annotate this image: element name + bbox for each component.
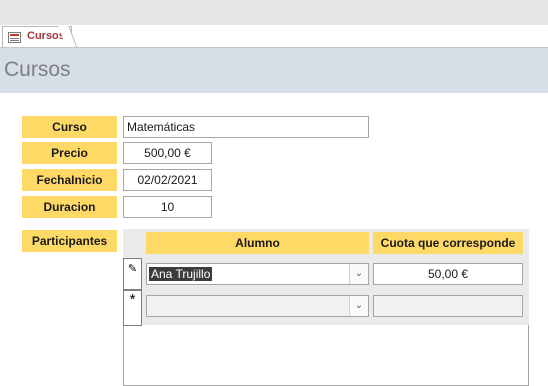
- tab-cursos[interactable]: Cursos: [2, 26, 72, 47]
- document-tab-strip: [0, 25, 548, 48]
- cuota-field-new[interactable]: [373, 295, 523, 317]
- pencil-icon: ✎: [127, 263, 138, 275]
- page-title: Cursos: [4, 58, 71, 81]
- duracion-label: Duracion: [22, 196, 117, 218]
- fecha-inicio-field[interactable]: 02/02/2021: [123, 169, 212, 191]
- chevron-down-icon[interactable]: ⌄: [349, 264, 368, 284]
- new-record-icon: *: [129, 291, 136, 308]
- alumno-value: Ana Trujillo: [149, 267, 213, 281]
- ribbon-area: [0, 0, 548, 25]
- record-selector[interactable]: ✎: [123, 258, 142, 290]
- form-header: Cursos: [0, 48, 548, 93]
- chevron-down-icon[interactable]: ⌄: [349, 296, 368, 316]
- tab-label: Cursos: [27, 30, 65, 42]
- fecha-inicio-label: FechaInicio: [22, 169, 117, 191]
- alumno-combo-new[interactable]: ⌄: [146, 295, 369, 317]
- column-header-cuota: Cuota que corresponde: [373, 232, 523, 254]
- curso-field[interactable]: Matemáticas: [123, 116, 369, 138]
- alumno-combo[interactable]: Ana Trujillo ⌄: [146, 263, 369, 285]
- column-header-alumno: Alumno: [146, 232, 369, 254]
- participantes-label: Participantes: [22, 230, 117, 252]
- precio-field[interactable]: 500,00 €: [123, 142, 212, 164]
- form-icon: [8, 32, 21, 43]
- cuota-field[interactable]: 50,00 €: [373, 263, 523, 285]
- duracion-field[interactable]: 10: [123, 196, 212, 218]
- new-record-selector[interactable]: *: [123, 290, 142, 326]
- precio-label: Precio: [22, 142, 117, 164]
- curso-label: Curso: [22, 116, 117, 138]
